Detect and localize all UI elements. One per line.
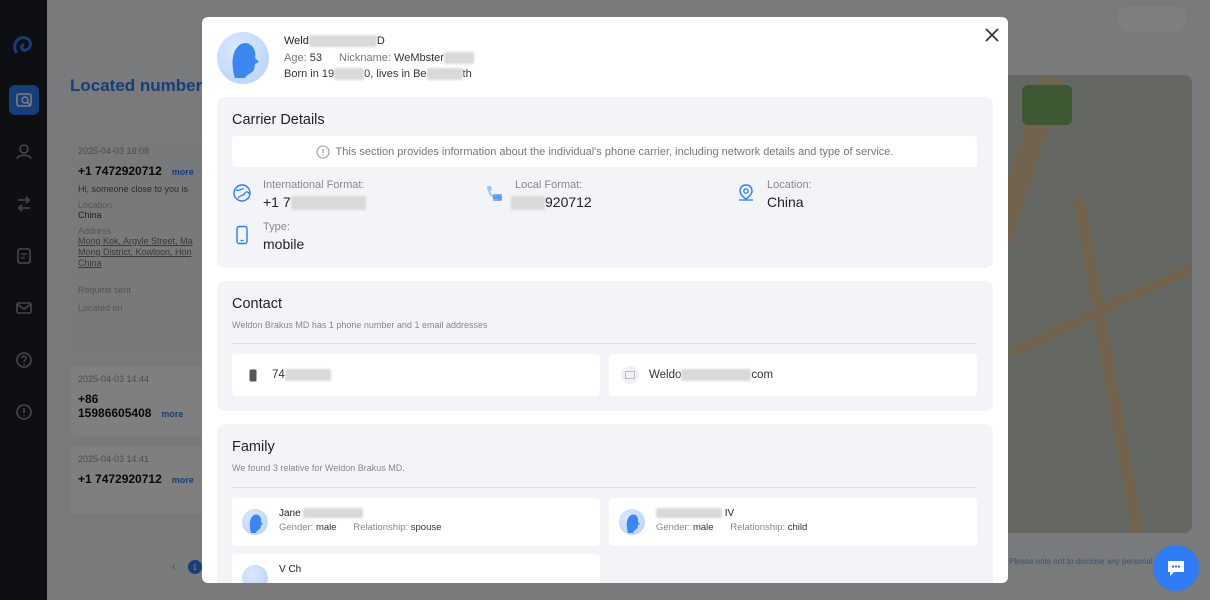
carrier-title: Carrier Details [232,112,325,128]
born-lives: Born in 19 0, lives in Be th [284,68,472,81]
close-icon[interactable] [982,25,1002,45]
globe-icon [233,184,251,202]
member-avatar [619,509,645,535]
family-subtitle: We found 3 relative for Weldon Brakus MD… [232,463,405,473]
member-name: Jane [279,508,364,519]
avatar [217,32,269,84]
person-name: Weld D [284,35,385,48]
type-field: Type: mobile [232,221,462,261]
info-icon [315,144,330,159]
divider [232,487,977,488]
family-member-card[interactable]: IV Gender: male Relationship: child [609,498,977,546]
contact-phone-card[interactable]: 74 [232,354,600,396]
carrier-section: Carrier Details This section provides in… [217,97,993,268]
contact-email: Weldo com [649,368,774,382]
intl-format-value: +1 7 [263,194,366,211]
chat-button[interactable] [1153,545,1199,591]
member-meta: Gender: male Relationship: child [656,522,808,533]
age-nickname: Age: 53 Nickname: WeMbster [284,52,474,65]
member-name: V Ch [279,564,302,575]
member-avatar [242,565,268,583]
type-label: Type: [263,221,290,233]
local-format-value: 920712 [511,194,592,211]
member-name: IV [656,508,734,519]
contact-title: Contact [232,296,282,312]
local-format-field: Local Format: 920712 [484,179,714,219]
email-icon [621,366,639,384]
contact-subtitle: Weldon Brakus MD has 1 phone number and … [232,320,488,330]
member-meta: Gender: male Relationship: spouse [279,522,442,533]
location-value: China [767,194,804,210]
member-avatar [242,509,268,535]
mobile-phone-icon [236,225,248,245]
phone-small-icon [244,366,262,384]
location-pin-icon [739,184,753,201]
family-title: Family [232,439,275,455]
divider [232,343,977,344]
carrier-info: This section provides information about … [232,136,977,167]
contact-section: Contact Weldon Brakus MD has 1 phone num… [217,281,993,411]
location-label: Location: [767,179,812,191]
contact-email-card[interactable]: Weldo com [609,354,977,396]
profile-modal: Weld D Age: 53 Nickname: WeMbster Born in… [202,17,1008,583]
location-field: Location: China [736,179,966,219]
contact-phone: 74 [272,368,331,381]
family-section: Family We found 3 relative for Weldon Br… [217,424,993,583]
intl-format-label: International Format: [263,179,365,191]
type-value: mobile [263,236,305,252]
intl-format-field: International Format: +1 7 [232,179,462,219]
family-member-card[interactable]: V Ch [232,554,600,583]
family-member-card[interactable]: Jane Gender: male Relationship: spouse [232,498,600,546]
phone-icon [487,186,502,201]
local-format-label: Local Format: [515,179,583,191]
chat-icon [1168,561,1184,576]
